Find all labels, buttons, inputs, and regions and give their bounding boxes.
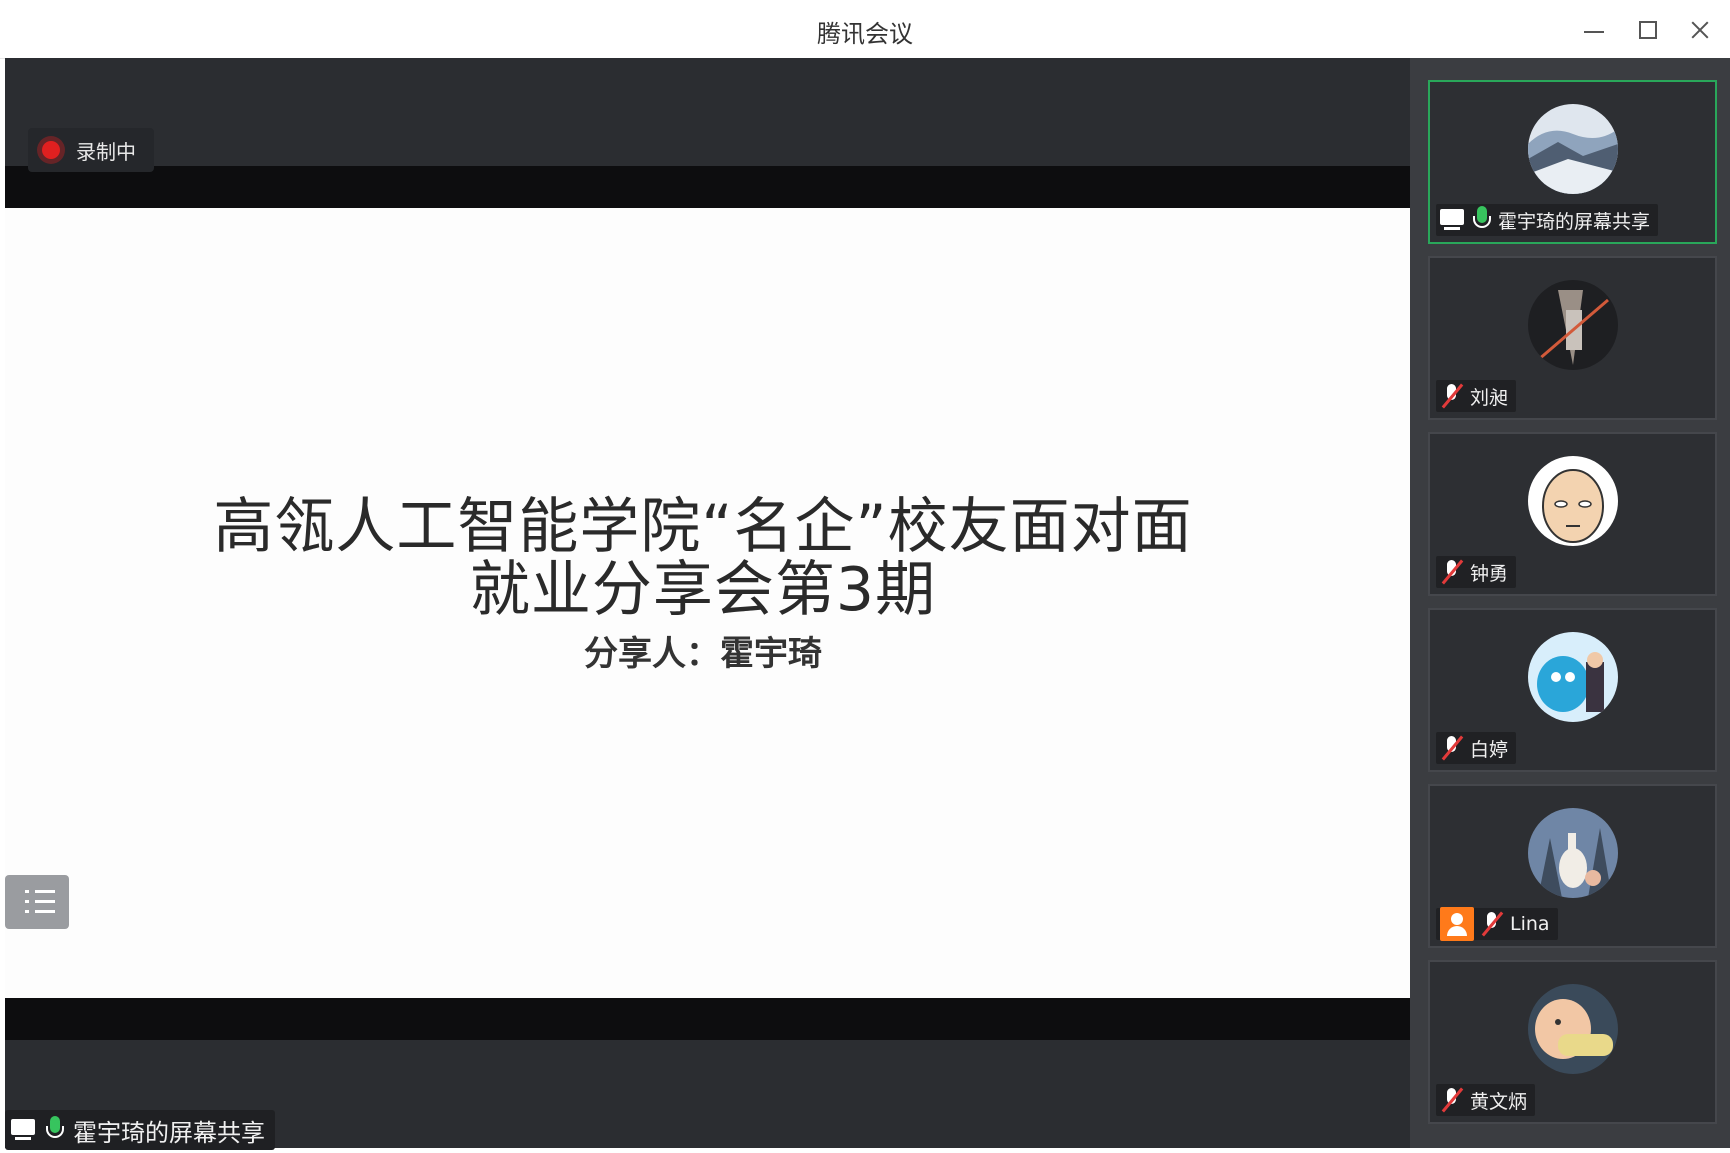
letterbox-bottom [5, 998, 1410, 1040]
title-bar: 腾讯会议 [0, 0, 1730, 59]
record-dot-icon [42, 141, 60, 159]
participant-sidebar: 霍宇琦的屏幕共享 刘昶 钟勇 白婷 Lina 黄文炳 [1410, 58, 1730, 1148]
shared-slide: 高瓴人工智能学院“名企”校友面对面 就业分享会第3期 分享人：霍宇琦 [5, 208, 1410, 998]
main-stage: 高瓴人工智能学院“名企”校友面对面 就业分享会第3期 分享人：霍宇琦 录制中 霍… [5, 58, 1410, 1150]
minimize-icon[interactable] [1574, 10, 1614, 50]
avatar [1528, 808, 1618, 898]
maximize-icon[interactable] [1627, 10, 1667, 50]
mic-on-icon [1472, 206, 1492, 234]
mic-off-icon [1440, 1087, 1464, 1113]
avatar [1528, 456, 1618, 546]
participant-tile[interactable]: 刘昶 [1428, 256, 1717, 420]
slide-presenter: 分享人：霍宇琦 [584, 634, 822, 674]
name-tag: 刘昶 [1436, 380, 1517, 412]
host-icon [1440, 907, 1474, 941]
participant-name: 刘昶 [1470, 386, 1509, 409]
screen-share-icon [11, 1119, 37, 1141]
screen-share-icon [1440, 209, 1466, 231]
avatar [1528, 104, 1618, 194]
window-title: 腾讯会议 [817, 20, 913, 48]
participant-tile[interactable]: 白婷 [1428, 608, 1717, 772]
mic-off-icon [1440, 559, 1464, 585]
participant-tile[interactable]: 黄文炳 [1428, 960, 1717, 1124]
list-icon [25, 890, 29, 893]
name-tag: 钟勇 [1436, 556, 1517, 588]
participant-name: 白婷 [1470, 738, 1509, 761]
participant-tile[interactable]: 霍宇琦的屏幕共享 [1428, 80, 1717, 244]
main-share-label: 霍宇琦的屏幕共享 [5, 1110, 275, 1150]
recording-indicator[interactable]: 录制中 [28, 128, 154, 172]
participant-tile[interactable]: 钟勇 [1428, 432, 1717, 596]
avatar [1528, 280, 1618, 370]
participant-name: Lina [1510, 913, 1550, 935]
slide-title-line-2: 就业分享会第3期 [469, 555, 937, 625]
participant-name: 霍宇琦的屏幕共享 [1498, 210, 1651, 233]
mic-off-icon [1480, 911, 1504, 937]
name-tag: 黄文炳 [1436, 1084, 1536, 1116]
name-tag: Lina [1436, 907, 1558, 941]
list-toggle-button[interactable] [5, 875, 69, 929]
mic-on-icon [45, 1116, 65, 1144]
avatar [1528, 632, 1618, 722]
mic-off-icon [1440, 383, 1464, 409]
avatar [1528, 984, 1618, 1074]
participant-name: 黄文炳 [1470, 1090, 1528, 1113]
letterbox-top [5, 166, 1410, 208]
close-icon[interactable] [1680, 10, 1720, 50]
name-tag: 霍宇琦的屏幕共享 [1436, 204, 1659, 236]
participant-tile[interactable]: Lina [1428, 784, 1717, 948]
mic-off-icon [1440, 735, 1464, 761]
recording-label: 录制中 [76, 139, 136, 164]
name-tag: 白婷 [1436, 732, 1517, 764]
participant-name: 钟勇 [1470, 562, 1509, 585]
main-share-label-text: 霍宇琦的屏幕共享 [73, 1118, 265, 1147]
